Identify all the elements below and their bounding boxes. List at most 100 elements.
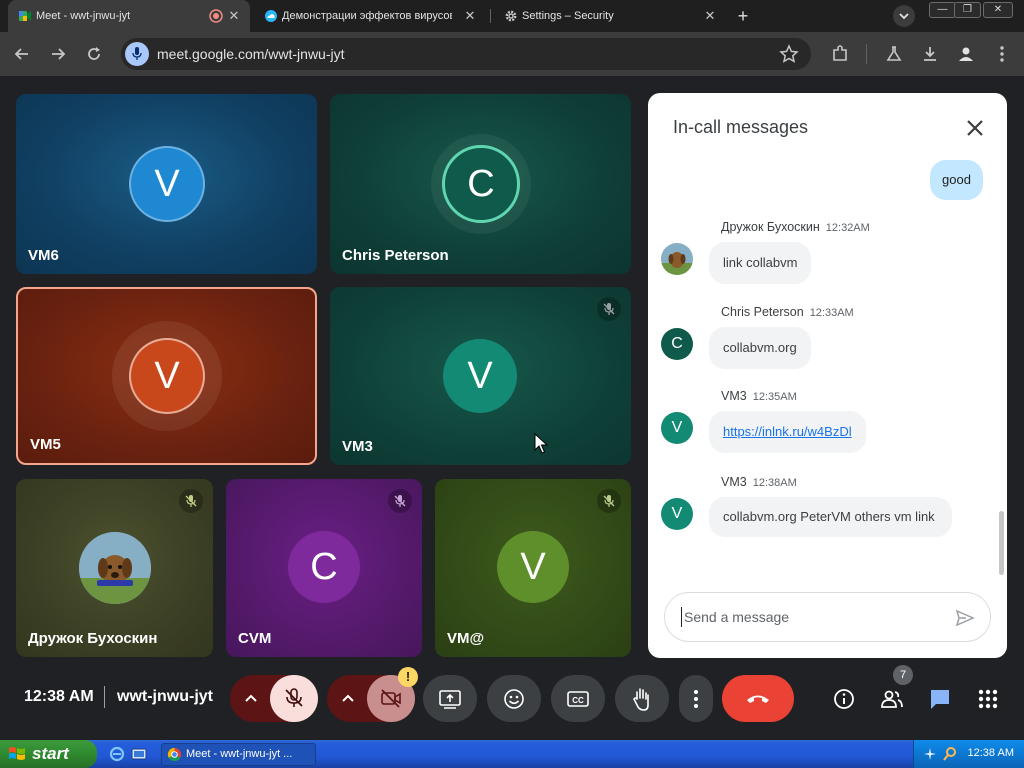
activities-grid-icon[interactable] (977, 688, 999, 710)
meeting-code: wwt-jnwu-jyt (117, 688, 213, 705)
end-call-button[interactable] (722, 675, 794, 722)
restore-button[interactable]: ❐ (954, 2, 981, 18)
tab-title: Демонстрации эффектов вирусов (282, 10, 452, 22)
participant-tile[interactable]: C Chris Peterson (330, 94, 631, 274)
chat-sender: Дружок Бухоскин 12:32AM (721, 220, 870, 234)
chat-message: https://inlnk.ru/w4BzDl (709, 411, 866, 453)
meet-stage: V VM6 C Chris Peterson V VM5 V VM3 Дружо… (0, 76, 1024, 740)
labs-flask-icon[interactable] (884, 44, 904, 64)
new-tab-button[interactable]: + (733, 6, 753, 26)
participant-tile-active-speaker[interactable]: V VM5 (16, 287, 317, 465)
reactions-button[interactable] (487, 675, 541, 722)
send-icon[interactable] (954, 607, 976, 629)
mic-off-icon (388, 489, 412, 513)
avatar-photo (79, 532, 151, 604)
internet-explorer-icon[interactable] (109, 746, 125, 762)
browser-toolbar: meet.google.com/wwt-jnwu-jyt (0, 32, 1024, 76)
camera-warning-badge: ! (398, 667, 418, 687)
participant-tile[interactable]: V VM6 (16, 94, 317, 274)
back-icon[interactable] (12, 44, 32, 64)
more-vert-icon (694, 690, 698, 708)
tab-search-button[interactable] (893, 5, 915, 27)
close-icon[interactable] (962, 115, 988, 141)
extensions-icon[interactable] (830, 44, 850, 64)
raise-hand-button[interactable] (615, 675, 669, 722)
address-bar[interactable]: meet.google.com/wwt-jnwu-jyt (121, 38, 811, 70)
chevron-down-icon (899, 13, 909, 20)
download-icon[interactable] (920, 44, 940, 64)
chevron-up-icon[interactable] (341, 692, 355, 704)
reload-icon[interactable] (84, 44, 104, 64)
system-tray: 12:38 AM (913, 740, 1024, 768)
recording-icon (209, 9, 223, 23)
participant-name: Chris Peterson (342, 247, 449, 264)
close-icon[interactable]: ✕ (462, 8, 478, 24)
windows-logo-icon (9, 747, 25, 760)
tab-title: Settings – Security (522, 10, 614, 22)
participant-tile[interactable]: V VM3 (330, 287, 631, 465)
people-icon[interactable] (880, 688, 904, 710)
network-tray-icon[interactable] (922, 746, 938, 762)
chat-panel-title: In-call messages (673, 117, 809, 137)
chat-icon[interactable] (928, 687, 952, 711)
more-options-button[interactable] (679, 675, 713, 722)
chat-scrollbar[interactable] (999, 511, 1004, 575)
controls-separator (104, 686, 105, 708)
mic-off-icon (285, 688, 303, 707)
tab-meet[interactable]: Meet - wwt-jnwu-jyt ✕ (8, 0, 250, 32)
participant-name: CVM (238, 630, 272, 647)
minimize-button[interactable]: — (929, 2, 956, 18)
mic-toggle-button[interactable] (270, 675, 318, 722)
message-time: 12:38AM (752, 477, 797, 489)
bookmark-star-icon[interactable] (779, 44, 799, 64)
sender-name: VM3 (721, 475, 747, 489)
tab-virus-demos[interactable]: Демонстрации эффектов вирусов ✕ (254, 0, 486, 32)
chat-panel: In-call messages good Дружок Бухоскин 12:… (648, 93, 1007, 658)
tab-settings-security[interactable]: Settings – Security ✕ (494, 0, 726, 32)
more-vert-icon[interactable] (992, 44, 1012, 64)
mic-control-group (230, 675, 318, 722)
sender-avatar-photo (661, 243, 693, 275)
microphone-site-icon[interactable] (125, 42, 149, 66)
search-tray-icon[interactable] (942, 746, 958, 762)
chat-link[interactable]: https://inlnk.ru/w4BzDl (723, 424, 852, 439)
emoji-icon (504, 689, 524, 709)
gear-icon (505, 10, 517, 22)
close-window-button[interactable]: ✕ (983, 2, 1013, 18)
chat-message: collabvm.org PeterVM others vm link (709, 497, 952, 537)
chat-sender: VM3 12:35AM (721, 389, 797, 403)
present-screen-button[interactable] (423, 675, 477, 722)
start-label: start (32, 744, 69, 763)
captions-icon: CC (567, 691, 589, 707)
svg-text:CC: CC (572, 696, 584, 705)
participant-tile[interactable]: V VM@ (435, 479, 631, 657)
call-time: 12:38 AM (24, 688, 94, 705)
cloud-favicon-icon (265, 10, 277, 22)
mic-off-icon (597, 489, 621, 513)
mouse-cursor-icon (534, 433, 548, 454)
mic-off-icon (179, 489, 203, 513)
chat-sender: VM3 12:38AM (721, 475, 797, 489)
taskbar-item-chrome[interactable]: Meet - wwt-jnwu-jyt ... (161, 743, 316, 766)
send-message-input[interactable] (681, 607, 941, 627)
chevron-up-icon[interactable] (244, 692, 258, 704)
chat-message: collabvm.org (709, 327, 811, 369)
meet-favicon-icon (19, 11, 31, 21)
close-icon[interactable]: ✕ (226, 8, 242, 24)
show-desktop-icon[interactable] (131, 746, 147, 762)
participant-tile[interactable]: Дружок Бухоскин (16, 479, 213, 657)
message-time: 12:35AM (752, 391, 797, 403)
captions-button[interactable]: CC (551, 675, 605, 722)
meeting-info-icon[interactable] (833, 688, 855, 710)
avatar: C (288, 531, 360, 603)
profile-icon[interactable] (956, 44, 976, 64)
chrome-icon (167, 747, 182, 762)
participant-count-badge: 7 (893, 665, 913, 685)
hang-up-icon (747, 695, 769, 703)
forward-icon[interactable] (48, 44, 68, 64)
participant-tile[interactable]: C CVM (226, 479, 422, 657)
avatar: C (442, 145, 520, 223)
start-button[interactable]: start (0, 740, 97, 768)
dog-photo-icon (79, 532, 151, 604)
close-icon[interactable]: ✕ (702, 8, 718, 24)
